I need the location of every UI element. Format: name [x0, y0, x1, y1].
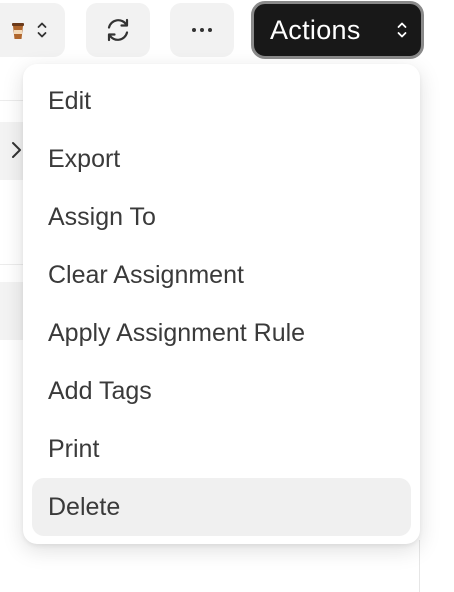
- menu-item-label: Edit: [48, 86, 92, 115]
- menu-item-label: Print: [48, 434, 100, 463]
- menu-item-label: Assign To: [48, 202, 156, 231]
- up-down-chevron-icon: [397, 21, 407, 39]
- background-divider: [0, 264, 24, 265]
- menu-item-label: Add Tags: [48, 376, 152, 405]
- menu-item-label: Delete: [48, 492, 121, 521]
- actions-button[interactable]: Actions: [251, 1, 424, 59]
- menu-item-edit[interactable]: Edit: [32, 72, 411, 130]
- more-options-button[interactable]: [170, 3, 234, 57]
- menu-item-label: Clear Assignment: [48, 260, 244, 289]
- menu-item-assign-to[interactable]: Assign To: [32, 188, 411, 246]
- menu-item-add-tags[interactable]: Add Tags: [32, 362, 411, 420]
- menu-item-apply-assignment-rule[interactable]: Apply Assignment Rule: [32, 304, 411, 362]
- up-down-chevron-icon: [37, 21, 47, 39]
- view-select-button[interactable]: [0, 3, 65, 57]
- more-horizontal-icon: [190, 27, 214, 33]
- refresh-icon: [103, 15, 133, 45]
- actions-dropdown-menu: Edit Export Assign To Clear Assignment A…: [23, 64, 420, 544]
- background-divider: [0, 100, 24, 101]
- coffee-icon: [11, 20, 25, 40]
- menu-item-label: Export: [48, 144, 121, 173]
- actions-button-label: Actions: [270, 14, 361, 45]
- chevron-right-icon: [9, 141, 23, 159]
- background-scrollbar-track: [419, 540, 420, 592]
- menu-item-clear-assignment[interactable]: Clear Assignment: [32, 246, 411, 304]
- menu-item-print[interactable]: Print: [32, 420, 411, 478]
- menu-item-delete[interactable]: Delete: [32, 478, 411, 536]
- refresh-button[interactable]: [86, 3, 150, 57]
- background-row: [0, 282, 24, 340]
- menu-item-label: Apply Assignment Rule: [48, 318, 306, 347]
- menu-item-export[interactable]: Export: [32, 130, 411, 188]
